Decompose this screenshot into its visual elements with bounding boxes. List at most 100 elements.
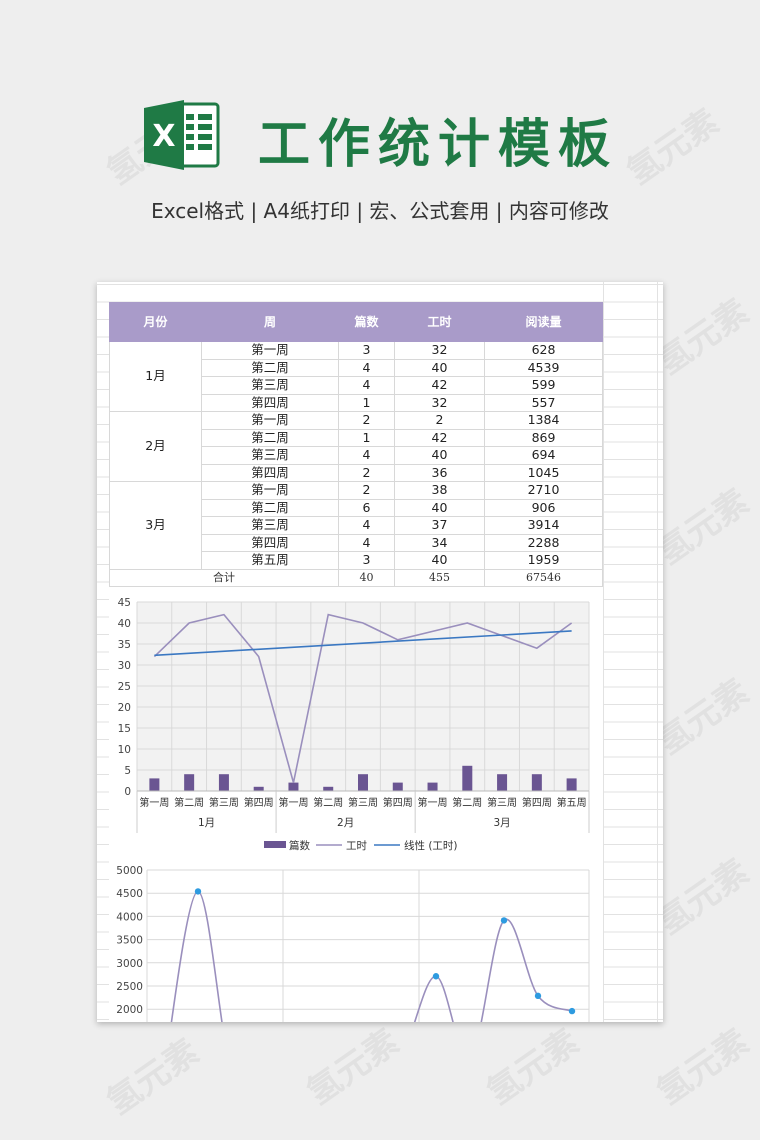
count-cell: 2 <box>338 463 395 482</box>
work-stats-table: 月份 周 篇数 工时 阅读量 1月 第一周 3 32 628 第二周 4 40 4539 第三周 4… <box>109 302 603 587</box>
month-cell: 1月 <box>109 341 202 412</box>
table-row: 1月 第一周 3 32 628 <box>109 341 603 412</box>
bar-count <box>497 774 508 791</box>
bar-count <box>427 782 438 791</box>
reads-cell: 2710 <box>484 481 603 500</box>
bar-count <box>323 786 334 791</box>
watermark-text: 氢元素 <box>299 1021 407 1114</box>
x-tick-label: 第三周 <box>209 796 239 809</box>
spreadsheet-preview: 月份 周 篇数 工时 阅读量 1月 第一周 3 32 628 第二周 4 40 4539 第三周 4… <box>97 282 663 1022</box>
count-cell: 2 <box>338 411 395 430</box>
week-cell: 第三周 <box>201 516 339 535</box>
reads-cell: 3914 <box>484 516 603 535</box>
x-tick-label: 第四周 <box>522 796 552 809</box>
reads-cell: 694 <box>484 446 603 465</box>
reads-cell: 1959 <box>484 551 603 570</box>
bar-count <box>149 778 160 791</box>
watermark-text: 氢元素 <box>619 101 727 194</box>
x-tick-label: 第一周 <box>278 796 308 809</box>
week-cell: 第二周 <box>201 358 339 377</box>
marker-reads <box>500 917 508 924</box>
count-cell: 2 <box>338 481 395 500</box>
reads-chart: 100015002000250030003500400045005000 <box>109 862 603 1022</box>
watermark-text: 氢元素 <box>479 1021 587 1114</box>
bar-count <box>462 765 473 791</box>
month-cell: 2月 <box>109 411 202 482</box>
total-reads: 67546 <box>484 568 603 587</box>
y-tick-label: 4000 <box>116 911 143 923</box>
week-cell: 第三周 <box>201 376 339 395</box>
y-tick-label: 45 <box>118 597 131 609</box>
week-cell: 第四周 <box>201 393 339 412</box>
x-tick-label: 第一周 <box>139 796 169 809</box>
header-reads: 阅读量 <box>484 302 603 342</box>
reads-cell: 628 <box>484 341 603 360</box>
bar-count <box>218 774 229 791</box>
hours-cell: 34 <box>394 533 485 552</box>
page-title: 工作统计模板 <box>258 115 619 175</box>
hours-cell: 42 <box>394 376 485 395</box>
week-cell: 第四周 <box>201 533 339 552</box>
count-cell: 1 <box>338 393 395 412</box>
y-tick-label: 5000 <box>116 865 143 877</box>
header-month: 月份 <box>109 302 202 342</box>
hours-cell: 38 <box>394 481 485 500</box>
hours-cell: 40 <box>394 358 485 377</box>
x-tick-label: 第四周 <box>383 796 413 809</box>
y-tick-label: 3500 <box>116 935 143 947</box>
month-cell: 3月 <box>109 481 202 570</box>
y-tick-label: 2500 <box>116 981 143 993</box>
count-cell: 4 <box>338 533 395 552</box>
hours-cell: 2 <box>394 411 485 430</box>
y-tick-label: 0 <box>124 786 131 798</box>
x-group-label: 3月 <box>493 817 510 829</box>
hours-cell: 36 <box>394 463 485 482</box>
reads-cell: 4539 <box>484 358 603 377</box>
count-cell: 1 <box>338 428 395 447</box>
x-tick-label: 第二周 <box>452 796 482 809</box>
bar-count <box>392 782 403 791</box>
y-tick-label: 5 <box>124 765 131 777</box>
bar-count <box>288 782 299 791</box>
total-row: 合计 40 455 67546 <box>109 568 603 587</box>
week-cell: 第二周 <box>201 498 339 517</box>
y-tick-label: 20 <box>118 702 131 714</box>
y-tick-label: 2000 <box>116 1004 143 1016</box>
count-cell: 3 <box>338 551 395 570</box>
y-tick-label: 3000 <box>116 958 143 970</box>
week-cell: 第一周 <box>201 481 339 500</box>
y-tick-label: 25 <box>118 681 131 693</box>
table-row: 3月 第一周 2 38 2710 <box>109 481 603 570</box>
reads-cell: 599 <box>484 376 603 395</box>
x-group-label: 2月 <box>337 817 354 829</box>
bar-count <box>566 778 577 791</box>
reads-cell: 557 <box>484 393 603 412</box>
y-tick-label: 40 <box>118 618 131 630</box>
week-cell: 第一周 <box>201 411 339 430</box>
header-hours: 工时 <box>394 302 485 342</box>
header-week: 周 <box>201 302 339 342</box>
x-tick-label: 第三周 <box>487 796 517 809</box>
hours-count-chart: 0 5 10 15 20 25 30 35 40 45 第一周 第二周 第三周 第四周 第一周 第二周 第三周第… <box>109 594 603 862</box>
hours-cell: 42 <box>394 428 485 447</box>
y-tick-label: 4500 <box>116 888 143 900</box>
hours-cell: 40 <box>394 551 485 570</box>
reads-cell: 2288 <box>484 533 603 552</box>
marker-reads <box>194 888 202 895</box>
x-tick-label: 第五周 <box>557 796 587 809</box>
hours-cell: 40 <box>394 498 485 517</box>
legend-swatch-count <box>264 841 286 848</box>
reads-cell: 1045 <box>484 463 603 482</box>
bar-count <box>531 774 542 791</box>
sheet-column-line <box>657 282 658 1022</box>
excel-logo-icon: X <box>142 98 222 172</box>
y-tick-label: 35 <box>118 639 131 651</box>
total-hours: 455 <box>394 568 485 587</box>
reads-cell: 1384 <box>484 411 603 430</box>
hours-cell: 32 <box>394 393 485 412</box>
count-cell: 4 <box>338 358 395 377</box>
legend-label-hours: 工时 <box>346 840 367 852</box>
marker-reads <box>432 973 440 980</box>
count-cell: 6 <box>338 498 395 517</box>
hours-cell: 32 <box>394 341 485 360</box>
